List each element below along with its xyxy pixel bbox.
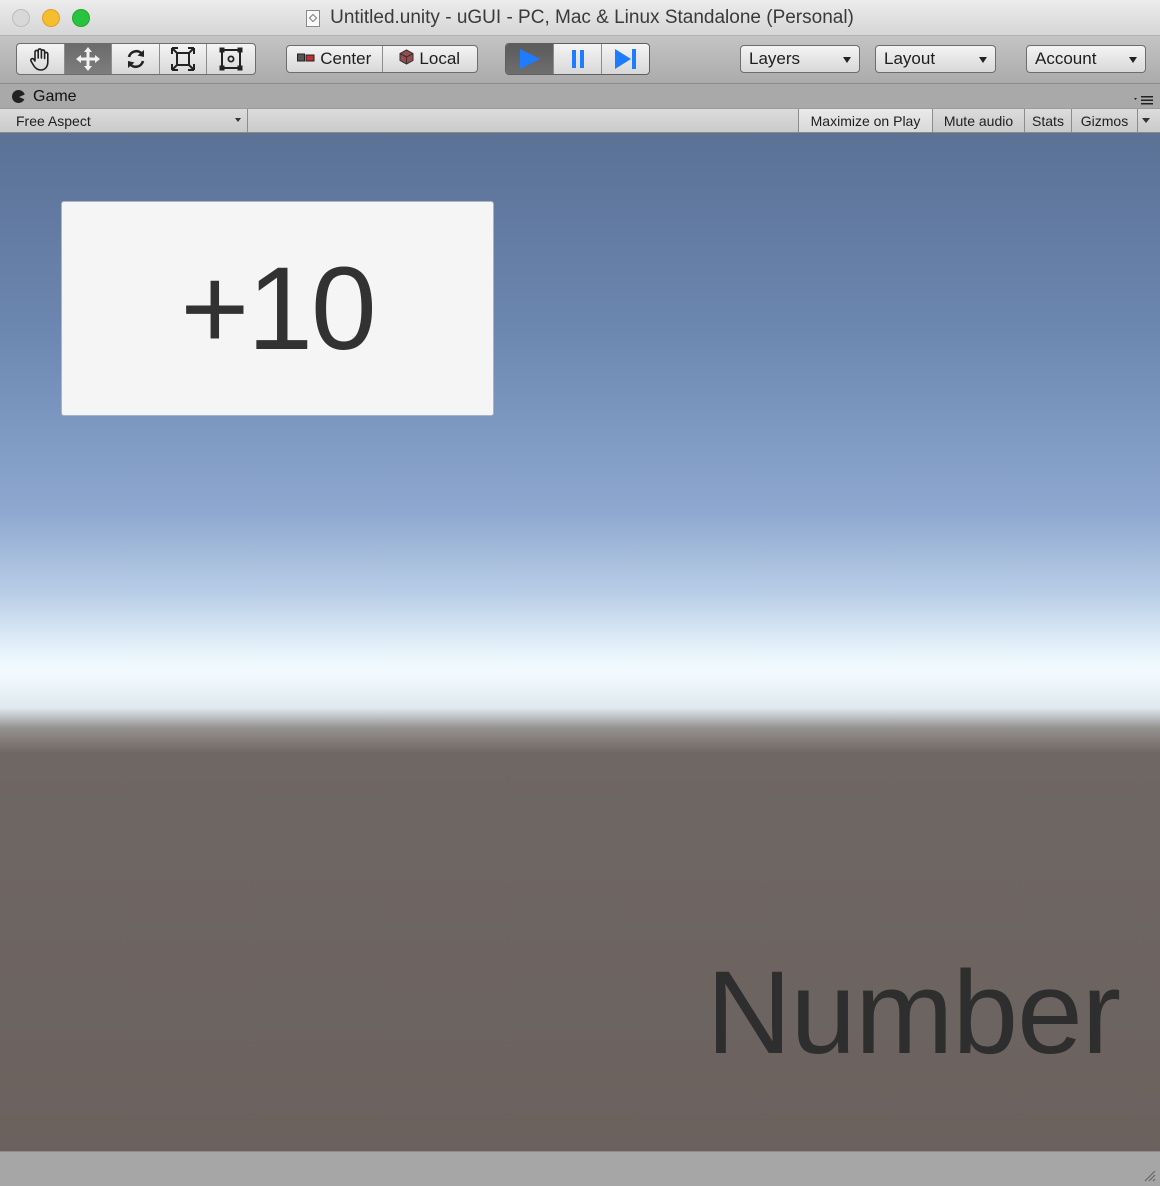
scale-tool-button[interactable]	[160, 44, 208, 74]
game-tab-bar: Game	[0, 84, 1160, 108]
aspect-label: Free Aspect	[16, 112, 91, 129]
rotate-tool-button[interactable]	[112, 44, 160, 74]
game-tab[interactable]: Game	[6, 85, 77, 108]
layout-dropdown[interactable]: Layout	[875, 45, 996, 73]
game-view-toolbar: Free Aspect Maximize on Play Mute audio …	[0, 108, 1160, 133]
game-tab-label: Game	[33, 87, 77, 105]
hand-icon	[30, 48, 49, 71]
stats-toggle[interactable]: Stats	[1024, 109, 1071, 132]
layers-dropdown[interactable]: Layers	[740, 45, 860, 73]
play-icon	[519, 49, 540, 69]
local-cube-icon	[399, 48, 414, 70]
step-icon	[614, 49, 636, 69]
rect-tool-button[interactable]	[207, 44, 255, 74]
score-text: +10	[180, 242, 376, 375]
pivot-mode-button[interactable]: Center	[287, 46, 383, 72]
main-toolbar: Center Local Layers Layout Account	[0, 36, 1160, 84]
play-button[interactable]	[506, 44, 554, 74]
number-text: Number	[706, 947, 1121, 1079]
window-title-area: Untitled.unity - uGUI - PC, Mac & Linux …	[0, 0, 1160, 36]
account-label: Account	[1035, 49, 1097, 68]
pivot-toggle-group: Center Local	[286, 45, 478, 73]
layout-label: Layout	[884, 49, 936, 68]
play-controls-group	[505, 43, 650, 75]
transform-tools-group	[16, 43, 256, 75]
pause-button[interactable]	[554, 44, 602, 74]
move-arrows-icon	[75, 47, 100, 71]
unity-scene-document-icon	[306, 9, 321, 27]
account-dropdown[interactable]: Account	[1026, 45, 1146, 73]
stats-label: Stats	[1032, 112, 1064, 129]
gizmos-label: Gizmos	[1080, 112, 1129, 129]
layers-label: Layers	[749, 49, 801, 68]
chevron-down-icon	[1142, 117, 1150, 123]
window-title: Untitled.unity - uGUI - PC, Mac & Linux …	[330, 7, 854, 28]
gizmos-toggle[interactable]: Gizmos	[1071, 109, 1137, 132]
pause-icon	[571, 50, 584, 68]
move-tool-button[interactable]	[64, 44, 113, 74]
mute-audio-label: Mute audio	[943, 112, 1014, 129]
pivot-center-icon	[297, 49, 315, 69]
pivot-rotation-button[interactable]: Local	[383, 46, 478, 72]
gizmos-dropdown[interactable]	[1137, 109, 1154, 132]
maximize-on-play-label: Maximize on Play	[810, 112, 921, 129]
aspect-dropdown[interactable]: Free Aspect	[8, 109, 248, 132]
rect-transform-icon	[219, 47, 243, 71]
maximize-on-play-toggle[interactable]: Maximize on Play	[798, 109, 932, 132]
hand-tool-button[interactable]	[17, 44, 65, 74]
status-bar	[0, 1151, 1160, 1186]
chevron-down-icon	[235, 118, 241, 122]
step-button[interactable]	[602, 44, 649, 74]
pivot-rotation-label: Local	[419, 49, 461, 68]
resize-grip-icon[interactable]	[1142, 1168, 1156, 1182]
chevron-down-icon	[843, 57, 851, 63]
unity-editor-window: Untitled.unity - uGUI - PC, Mac & Linux …	[0, 0, 1160, 1186]
mute-audio-toggle[interactable]: Mute audio	[932, 109, 1024, 132]
tab-menu-icon[interactable]	[1133, 94, 1155, 106]
scale-icon	[171, 47, 196, 71]
chevron-down-icon	[979, 57, 987, 63]
game-view-icon	[12, 90, 26, 103]
rotate-icon	[127, 49, 144, 69]
pivot-mode-label: Center	[320, 49, 372, 68]
title-bar: Untitled.unity - uGUI - PC, Mac & Linux …	[0, 0, 1160, 36]
chevron-down-icon	[1129, 57, 1137, 63]
score-panel: +10	[61, 201, 494, 416]
game-viewport[interactable]: +10 Number	[0, 133, 1160, 1151]
